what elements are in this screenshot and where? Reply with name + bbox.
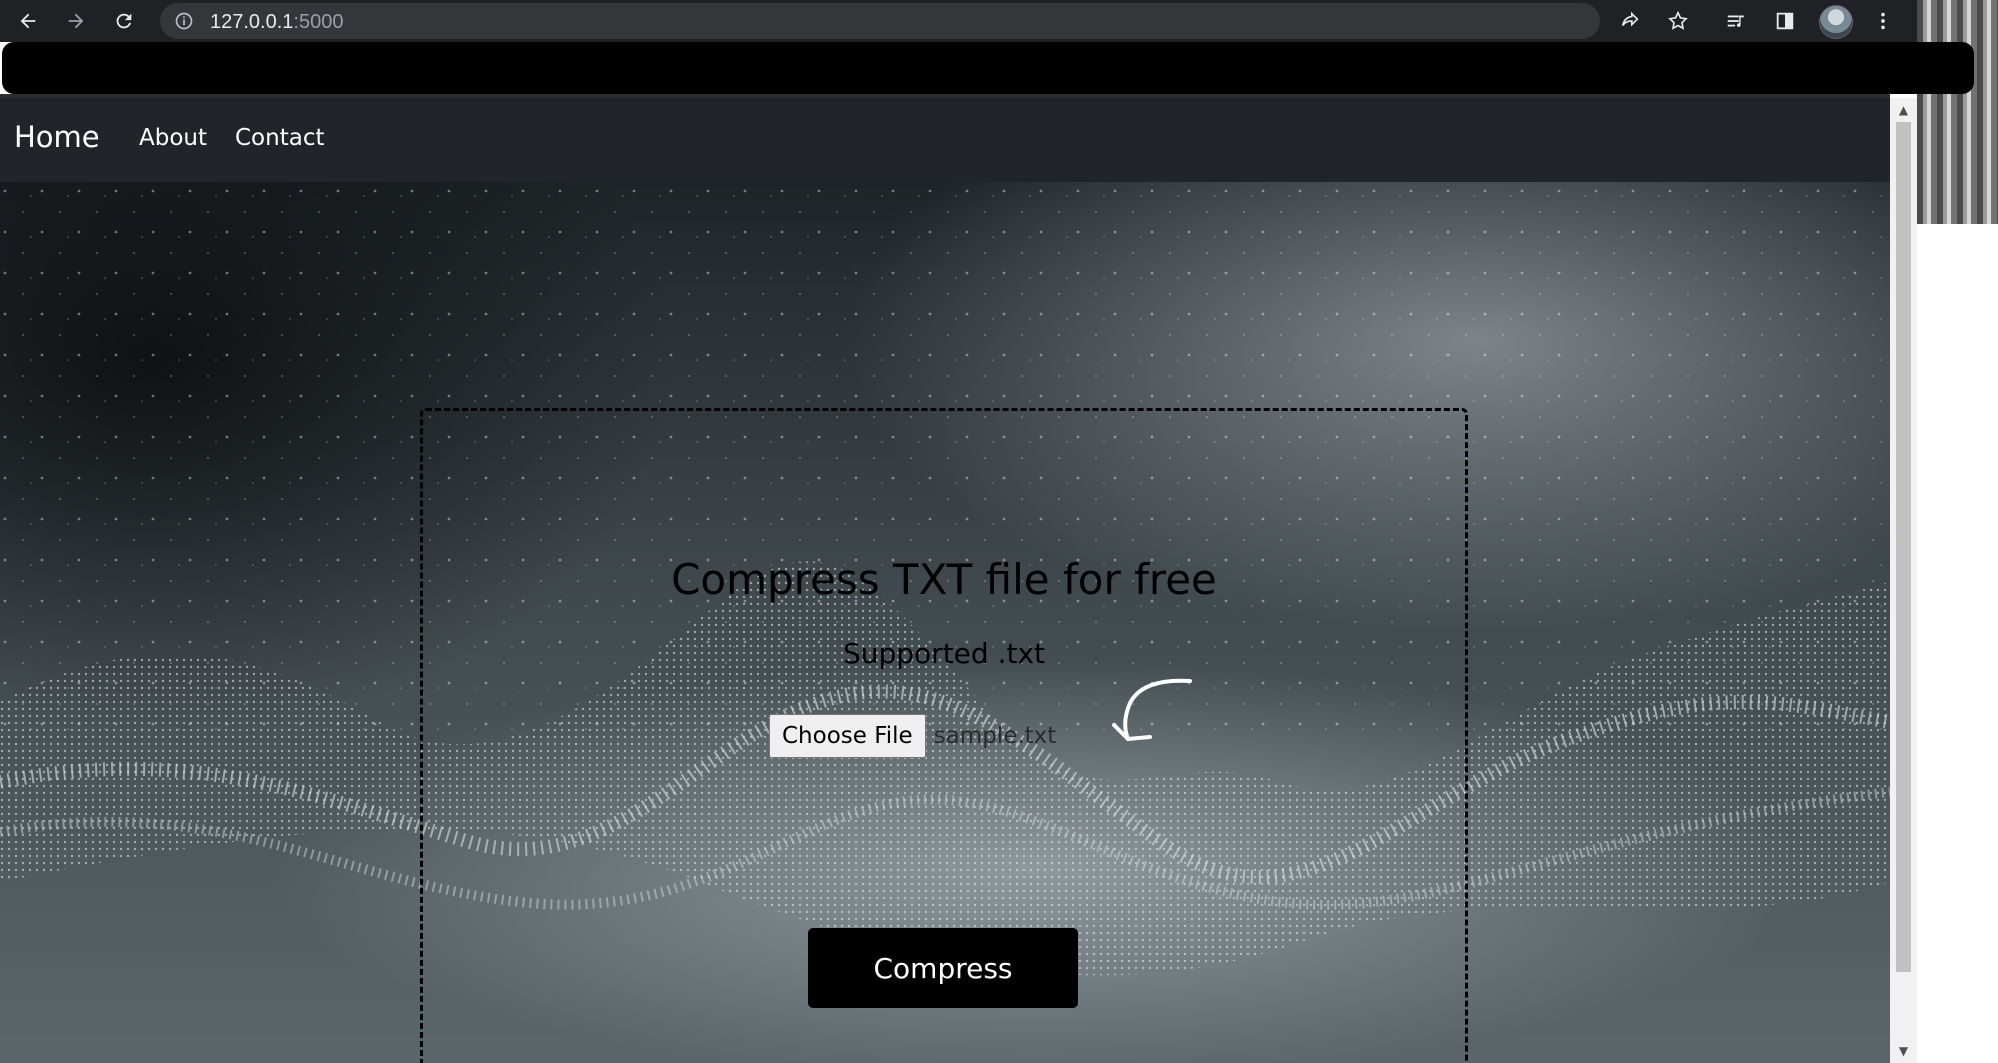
- url-port: :5000: [293, 11, 344, 33]
- upload-panel: Compress TXT file for free Supported .tx…: [420, 408, 1468, 1063]
- kebab-menu-icon[interactable]: [1870, 8, 1896, 34]
- hero-section: Compress TXT file for free Supported .tx…: [0, 182, 1890, 1063]
- vertical-scrollbar[interactable]: ▲ ▼: [1890, 98, 1917, 1063]
- forward-arrow-icon[interactable]: [63, 8, 89, 34]
- compress-button[interactable]: Compress: [808, 928, 1078, 1008]
- address-bar[interactable]: 127.0.0.1:5000: [160, 3, 1600, 39]
- back-arrow-icon[interactable]: [15, 8, 41, 34]
- screen-artifact: [1917, 0, 1998, 224]
- choose-file-button[interactable]: Choose File: [769, 714, 926, 758]
- file-input[interactable]: Choose File sample.txt: [769, 714, 1057, 758]
- reload-icon[interactable]: [111, 8, 137, 34]
- reading-list-icon[interactable]: [1723, 8, 1749, 34]
- nav-contact-link[interactable]: Contact: [235, 125, 324, 151]
- profile-avatar[interactable]: [1819, 5, 1853, 39]
- url-host: 127.0.0.1: [210, 11, 294, 33]
- scroll-thumb[interactable]: [1896, 122, 1911, 972]
- page-title: Compress TXT file for free: [671, 555, 1217, 604]
- navbar: Home About Contact: [0, 98, 1890, 182]
- redacted-bookmarks-bar: [2, 42, 1974, 94]
- browser-toolbar: 127.0.0.1:5000: [0, 0, 1917, 42]
- scroll-up-icon[interactable]: ▲: [1890, 100, 1917, 120]
- page-viewport: Home About Contact Compress TXT file for: [0, 98, 1890, 1063]
- side-panel-icon[interactable]: [1772, 8, 1798, 34]
- scroll-down-icon[interactable]: ▼: [1890, 1041, 1917, 1061]
- url-text[interactable]: 127.0.0.1:5000: [210, 11, 343, 34]
- nav-home-link[interactable]: Home: [14, 120, 100, 154]
- hand-drawn-arrow-icon: [1112, 678, 1192, 741]
- share-icon[interactable]: [1617, 8, 1643, 34]
- info-icon[interactable]: [174, 11, 194, 31]
- star-icon[interactable]: [1665, 8, 1691, 34]
- supported-formats-text: Supported .txt: [842, 637, 1045, 670]
- nav-about-link[interactable]: About: [139, 125, 207, 151]
- selected-file-name: sample.txt: [933, 723, 1057, 749]
